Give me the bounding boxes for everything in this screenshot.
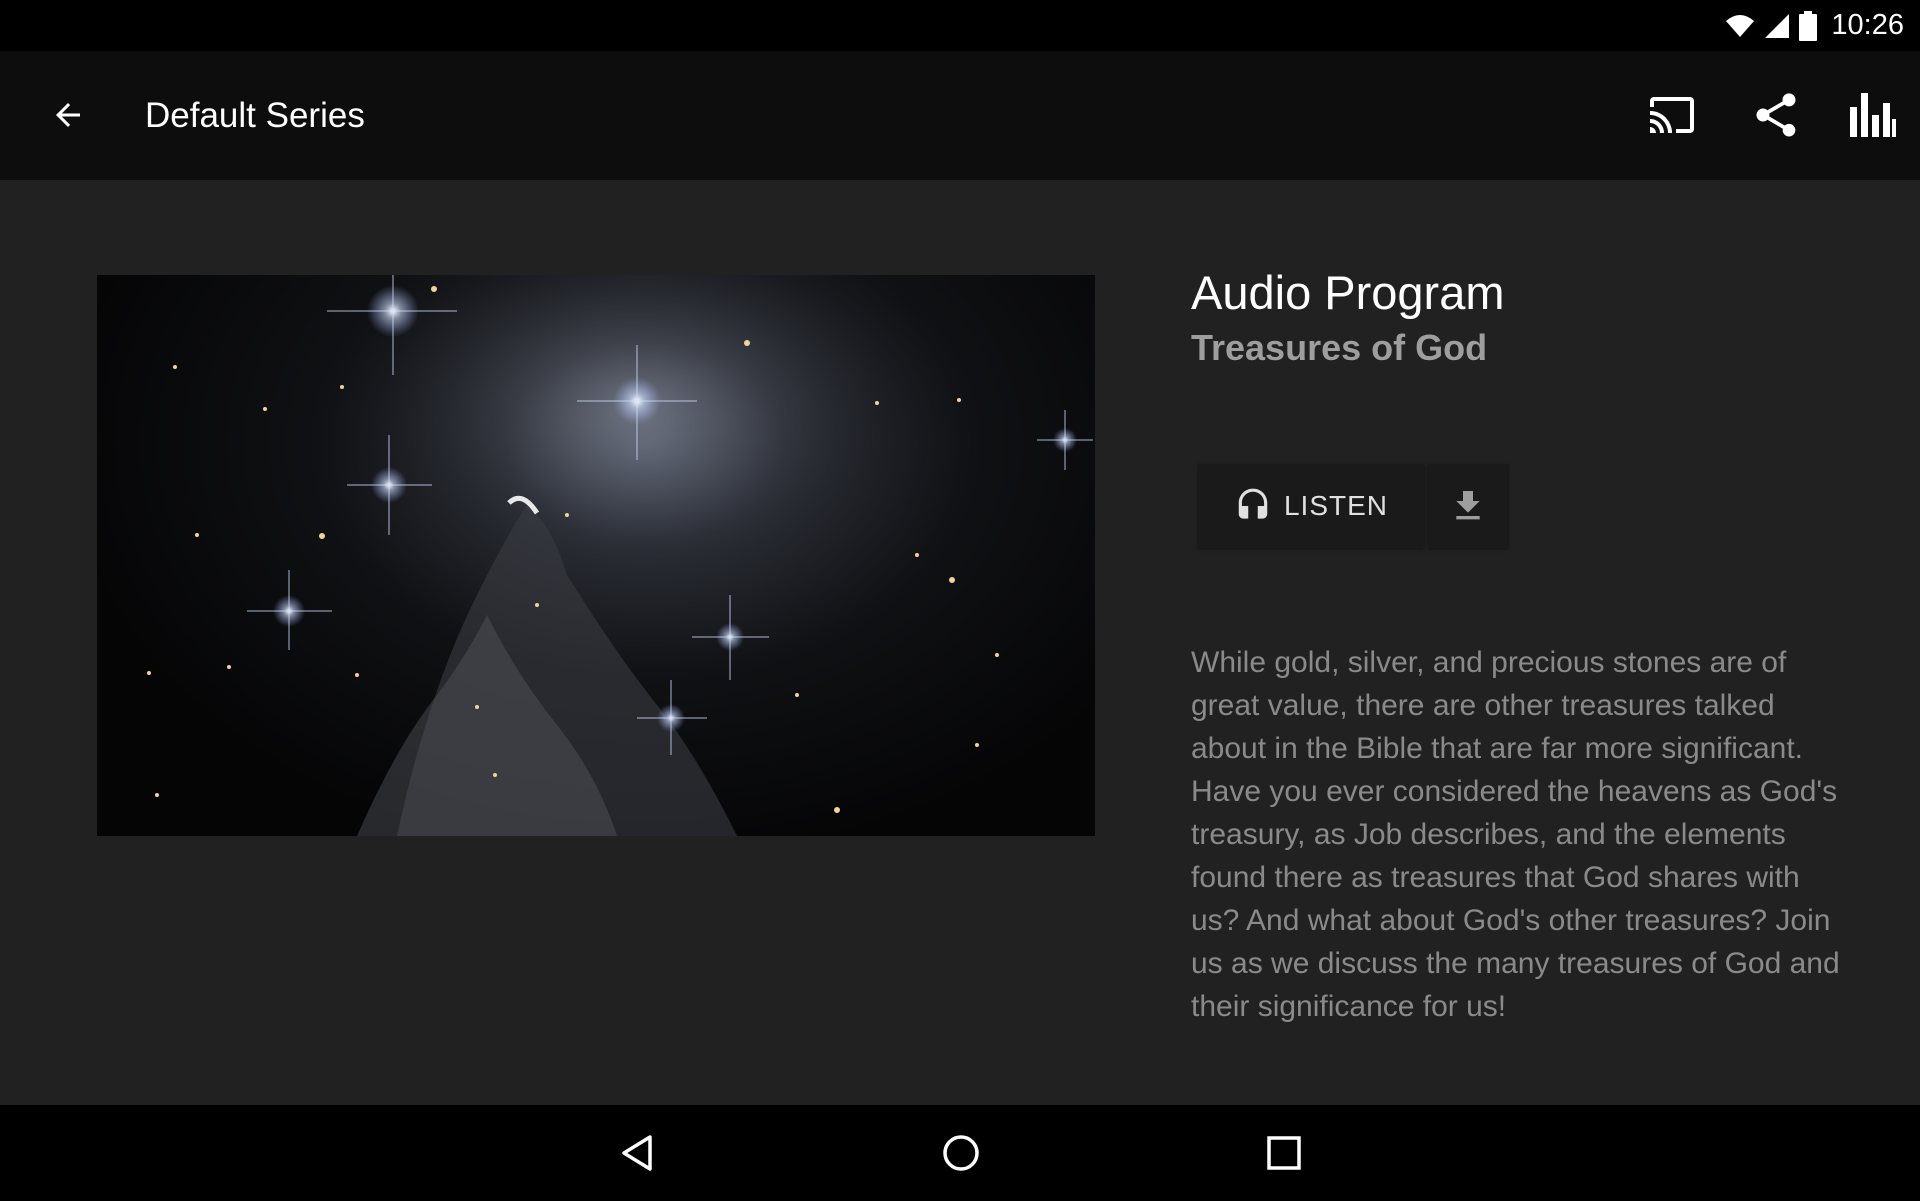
program-description: While gold, silver, and precious stones … — [1191, 646, 1840, 1023]
share-button[interactable] — [1740, 79, 1812, 151]
program-title: Treasures of God — [1191, 327, 1488, 368]
back-button[interactable] — [32, 79, 104, 151]
program-detail: Audio Program Treasures of God LISTEN Wh… — [0, 180, 1920, 1105]
nav-back-button[interactable] — [602, 1117, 674, 1189]
stats-button[interactable] — [1836, 79, 1908, 151]
download-button[interactable] — [1428, 464, 1508, 548]
share-icon — [1750, 89, 1802, 141]
nav-home-icon — [941, 1133, 981, 1173]
cell-signal-icon — [1763, 13, 1791, 39]
nav-recents-button[interactable] — [1248, 1117, 1320, 1189]
cast-button[interactable] — [1636, 79, 1708, 151]
cast-icon — [1648, 91, 1696, 139]
battery-icon — [1799, 10, 1818, 41]
listen-button[interactable]: LISTEN — [1198, 464, 1424, 548]
headphones-icon — [1234, 487, 1272, 525]
arrow-back-icon — [50, 97, 86, 133]
bar-chart-icon — [1848, 93, 1896, 137]
system-nav-bar — [0, 1105, 1920, 1201]
download-icon — [1448, 486, 1488, 526]
program-artwork — [97, 275, 1095, 836]
listen-label: LISTEN — [1283, 490, 1389, 521]
status-bar: 10:26 — [0, 0, 1920, 51]
nav-recents-icon — [1266, 1135, 1302, 1171]
nav-home-button[interactable] — [925, 1117, 997, 1189]
app-bar: Default Series — [0, 51, 1920, 180]
playback-actions: LISTEN — [1198, 464, 1508, 548]
wifi-icon — [1725, 13, 1755, 39]
page-title: Default Series — [145, 96, 365, 135]
nav-back-icon — [618, 1133, 658, 1173]
program-type: Audio Program — [1191, 266, 1505, 319]
status-clock: 10:26 — [1831, 9, 1904, 41]
